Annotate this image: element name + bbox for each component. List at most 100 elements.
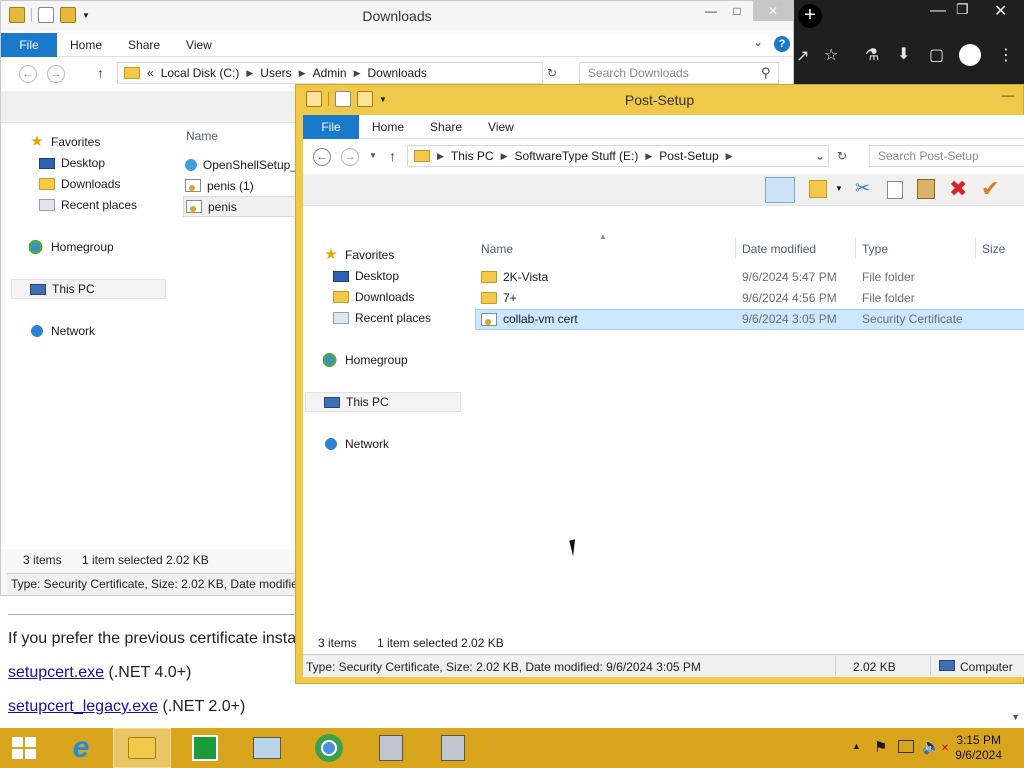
tab-share[interactable]: Share [417, 115, 475, 139]
forward-button[interactable]: → [47, 65, 65, 83]
file-row[interactable]: 2K-Vista 9/6/2024 5:47 PM File folder [475, 267, 1024, 288]
close-icon[interactable]: ✕ [994, 1, 1007, 21]
tab-share[interactable]: Share [115, 33, 173, 57]
close-button[interactable]: ✕ [753, 1, 793, 21]
breadcrumb[interactable]: Users [260, 66, 291, 80]
kebab-menu-icon[interactable]: ⋮ [998, 45, 1014, 65]
taskbar-store[interactable] [176, 728, 234, 768]
taskbar-app-installer-2[interactable] [424, 728, 482, 768]
taskbar-app-installer-1[interactable] [362, 728, 420, 768]
nav-downloads[interactable]: Downloads [39, 177, 120, 191]
column-header-name[interactable]: Name [186, 129, 218, 143]
up-arrow-icon[interactable]: ↑ [389, 148, 396, 164]
minimize-button[interactable]: — [992, 85, 1024, 105]
delete-icon[interactable]: ✖ [949, 176, 967, 202]
nav-homegroup[interactable]: Homegroup [29, 240, 114, 254]
side-panel-icon[interactable]: ▢ [929, 45, 944, 65]
paste-icon[interactable] [917, 179, 935, 199]
column-header-date[interactable]: Date modified [742, 242, 816, 256]
tab-view[interactable]: View [475, 115, 527, 139]
new-tab-button[interactable]: + [798, 4, 822, 28]
share-icon[interactable]: ↗ [796, 46, 809, 66]
downloads-titlebar[interactable]: ▼ Downloads — □ ✕ [1, 1, 793, 31]
status-item-count: 3 items [318, 636, 357, 650]
tab-view[interactable]: View [173, 33, 225, 57]
file-row[interactable]: 7+ 9/6/2024 4:56 PM File folder [475, 288, 1024, 309]
search-input[interactable]: Search Downloads [579, 62, 779, 84]
taskbar-chrome[interactable] [300, 728, 358, 768]
file-row[interactable]: OpenShellSetup_ [185, 154, 297, 175]
column-header-type[interactable]: Type [862, 242, 888, 256]
taskbar-internet-explorer[interactable]: e [52, 728, 110, 768]
nav-homegroup[interactable]: Homegroup [323, 353, 408, 367]
nav-network[interactable]: Network [29, 324, 95, 338]
setupcert-legacy-link[interactable]: setupcert_legacy.exe [8, 698, 158, 715]
taskbar-task-manager[interactable] [238, 728, 296, 768]
chevron-down-icon[interactable]: ▼ [835, 184, 843, 193]
breadcrumb[interactable]: This PC [451, 149, 494, 163]
start-button[interactable] [0, 728, 48, 768]
download-icon[interactable]: ⬇ [897, 44, 910, 64]
nav-downloads[interactable]: Downloads [333, 290, 414, 304]
refresh-icon[interactable]: ↻ [837, 149, 847, 163]
nav-favorites[interactable]: ★ Favorites [29, 134, 100, 149]
copy-icon[interactable] [887, 181, 903, 199]
restore-icon[interactable]: ❐ [956, 1, 969, 18]
checkmark-icon[interactable]: ✔ [981, 176, 999, 202]
post-setup-titlebar[interactable]: ▼ Post-Setup — [296, 85, 1023, 115]
profile-avatar-icon[interactable] [959, 44, 981, 66]
preview-pane-icon[interactable] [765, 177, 795, 203]
nav-recent[interactable]: Recent places [39, 198, 137, 212]
nav-recent[interactable]: Recent places [333, 311, 431, 325]
nav-this-pc[interactable]: This PC [305, 392, 461, 412]
breadcrumb[interactable]: Admin [313, 66, 347, 80]
file-row-selected[interactable]: penis [183, 196, 297, 217]
system-clock[interactable]: 3:15 PM 9/6/2024 [955, 733, 1002, 763]
setupcert-link[interactable]: setupcert.exe [8, 664, 104, 681]
back-button[interactable]: ← [19, 65, 37, 83]
taskbar-file-explorer[interactable] [113, 728, 171, 768]
scroll-down-arrow[interactable]: ▼ [1011, 712, 1020, 722]
action-center-flag-icon[interactable]: ⚑ [874, 738, 887, 756]
breadcrumb[interactable]: SoftwareType Stuff (E:) [515, 149, 639, 163]
labs-flask-icon[interactable]: ⚗ [865, 45, 879, 65]
column-header-size[interactable]: Size [982, 242, 1005, 256]
file-row-selected[interactable]: collab-vm cert 9/6/2024 3:05 PM Security… [475, 309, 1024, 330]
tab-home[interactable]: Home [359, 115, 417, 139]
recent-locations-icon[interactable]: ▼ [369, 151, 377, 160]
file-row[interactable]: penis (1) [185, 175, 297, 196]
tab-home[interactable]: Home [57, 33, 115, 57]
nav-this-pc[interactable]: This PC [11, 279, 166, 299]
tab-file[interactable]: File [303, 114, 359, 139]
search-icon[interactable]: ⚲ [761, 65, 771, 81]
post-setup-window[interactable]: ▼ Post-Setup — File Home Share View ← → … [295, 84, 1024, 684]
breadcrumb[interactable]: Post-Setup [659, 149, 718, 163]
ribbon-expand-icon[interactable]: ⌄ [753, 35, 763, 49]
nav-desktop[interactable]: Desktop [333, 269, 399, 283]
bookmark-star-icon[interactable]: ☆ [824, 45, 838, 65]
address-bar[interactable]: ▶ This PC ▶ SoftwareType Stuff (E:) ▶ Po… [407, 145, 829, 167]
breadcrumb[interactable]: « [147, 66, 154, 80]
nav-favorites[interactable]: ★ Favorites [323, 247, 394, 262]
select-icon[interactable] [809, 180, 827, 198]
search-input[interactable]: Search Post-Setup [869, 145, 1024, 167]
column-header-name[interactable]: Name [481, 242, 513, 256]
breadcrumb[interactable]: Downloads [368, 66, 427, 80]
nav-desktop[interactable]: Desktop [39, 156, 105, 170]
back-button[interactable]: ← [313, 148, 331, 166]
up-arrow-icon[interactable]: ↑ [97, 65, 104, 81]
nav-network[interactable]: Network [323, 437, 389, 451]
show-hidden-icons-icon[interactable]: ▲ [852, 741, 861, 751]
maximize-button[interactable]: □ [721, 1, 753, 21]
network-tray-icon[interactable] [898, 740, 914, 753]
address-bar[interactable]: « Local Disk (C:) ▶ Users ▶ Admin ▶ Down… [117, 62, 543, 84]
help-icon[interactable]: ? [774, 36, 790, 52]
minimize-icon[interactable]: — [930, 2, 946, 20]
address-dropdown-icon[interactable]: ⌄ [815, 149, 825, 163]
cut-icon[interactable]: ✂ [855, 178, 870, 199]
volume-muted-icon[interactable]: 🔈✕ [922, 737, 949, 755]
refresh-icon[interactable]: ↻ [547, 66, 557, 80]
breadcrumb[interactable]: Local Disk (C:) [161, 66, 240, 80]
forward-button[interactable]: → [341, 148, 359, 166]
tab-file[interactable]: File [1, 32, 57, 57]
